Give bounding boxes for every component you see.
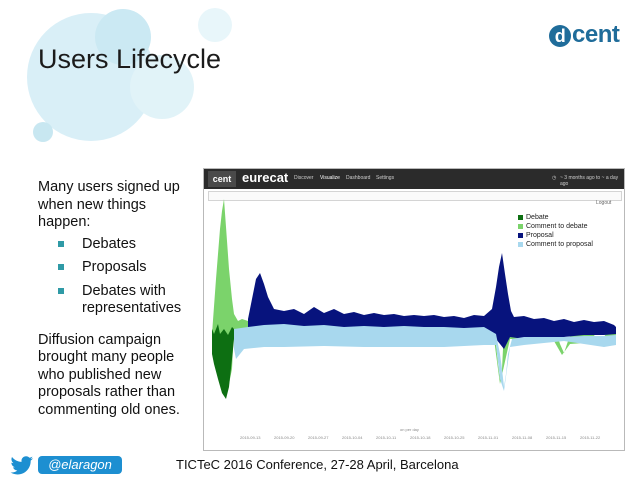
bullet-item: Debates with representatives [38, 283, 198, 318]
legend-item[interactable]: Proposal [518, 231, 593, 240]
legend-swatch [518, 215, 523, 220]
legend-item[interactable]: Comment to debate [518, 222, 593, 231]
bullet-item: Debates [38, 236, 198, 254]
bullet-label: Proposals [82, 259, 147, 275]
footer-text: TICTeC 2016 Conference, 27-28 April, Bar… [176, 457, 459, 472]
legend-label: Debate [526, 214, 549, 221]
logo-text: cent [572, 21, 620, 48]
bullet-icon [58, 264, 64, 270]
dashboard-screenshot: cent eurecat Discover Visualize Dashboar… [203, 168, 625, 451]
legend-item[interactable]: Comment to proposal [518, 240, 593, 249]
series-debate [212, 324, 234, 399]
area-chart [212, 199, 616, 399]
bullet-label: Debates [82, 235, 137, 252]
x-tick: 2015-09-13 [240, 435, 261, 440]
legend-item[interactable]: Debate [518, 213, 593, 222]
legend-swatch [518, 233, 523, 238]
bullet-icon [58, 287, 64, 294]
dcent-logo: d cent [549, 21, 620, 49]
deco-circle-small [33, 122, 53, 142]
intro-text: Many users signed up when new things hap… [38, 179, 180, 230]
slide: Users Lifecycle d cent Many users signed … [0, 0, 638, 479]
chart-legend: Debate Comment to debate Proposal Commen… [518, 213, 593, 249]
x-tick: 2015-10-25 [444, 435, 465, 440]
logo-mark: d [549, 25, 571, 47]
bullet-label: Debates with representatives [82, 282, 182, 317]
deco-circle-right [198, 8, 232, 42]
legend-swatch [518, 242, 523, 247]
legend-swatch [518, 224, 523, 229]
x-tick: 2015-11-08 [512, 435, 533, 440]
page-title: Users Lifecycle [38, 44, 222, 74]
legend-label: Comment to debate [526, 223, 588, 230]
legend-label: Proposal [526, 232, 554, 239]
x-axis: 2015-09-13 2015-09-20 2015-09-27 2015-10… [204, 435, 624, 445]
x-tick: 2015-09-27 [308, 435, 329, 440]
body-text: Many users signed up when new things hap… [38, 179, 198, 419]
legend-label: Comment to proposal [526, 241, 593, 248]
bullet-icon [58, 240, 64, 247]
x-tick: 2015-10-11 [376, 435, 397, 440]
twitter-handle[interactable]: @elaragon [38, 456, 122, 474]
x-tick: 2015-11-22 [580, 435, 601, 440]
x-tick: 2015-11-15 [546, 435, 567, 440]
x-tick: 2015-11-01 [478, 435, 499, 440]
bullet-item: Proposals [38, 259, 198, 277]
bullet-list: Debates Proposals Debates with represent… [38, 236, 198, 318]
twitter-bird-icon [10, 456, 34, 475]
x-axis-label: on per day [400, 427, 419, 432]
x-tick: 2015-09-20 [274, 435, 295, 440]
conclusion-text: Diffusion campaign brought many people w… [38, 331, 180, 418]
x-tick: 2015-10-04 [342, 435, 363, 440]
x-tick: 2015-10-18 [410, 435, 431, 440]
